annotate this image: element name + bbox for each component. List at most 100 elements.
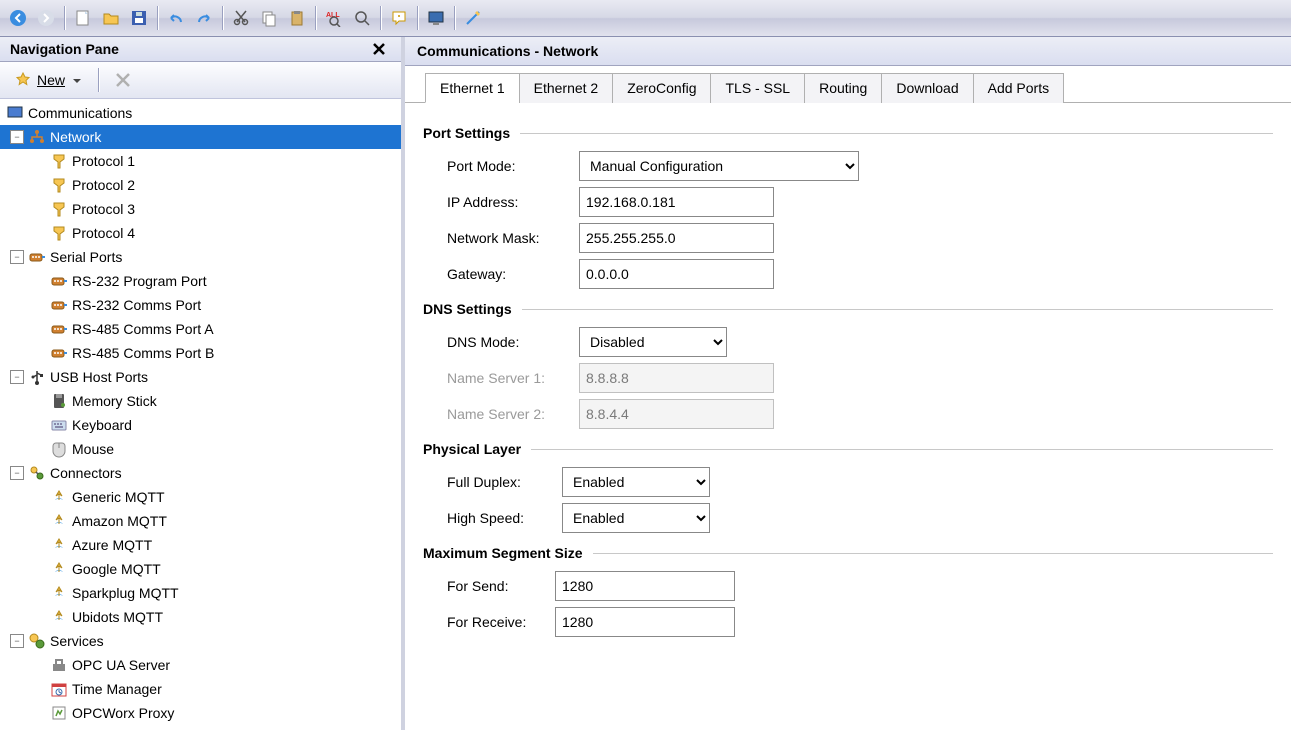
help-button[interactable] bbox=[385, 4, 413, 32]
new-button[interactable]: New bbox=[8, 69, 88, 91]
serial-icon bbox=[50, 344, 68, 362]
tab-ethernet-1[interactable]: Ethernet 1 bbox=[425, 73, 520, 103]
tree-toggle[interactable]: − bbox=[10, 634, 24, 648]
tree-item-azure-mqtt[interactable]: Azure MQTT bbox=[0, 533, 401, 557]
gateway-input[interactable] bbox=[579, 259, 774, 289]
cut-icon bbox=[232, 9, 250, 27]
time-icon bbox=[50, 680, 68, 698]
nav-close-button[interactable] bbox=[367, 41, 391, 57]
network-mask-input[interactable] bbox=[579, 223, 774, 253]
network-mask-label: Network Mask: bbox=[447, 230, 579, 246]
tree-item-rs-232-program-port[interactable]: RS-232 Program Port bbox=[0, 269, 401, 293]
delete-button[interactable] bbox=[109, 66, 137, 94]
serial-icon bbox=[50, 296, 68, 314]
tree-toggle[interactable]: − bbox=[10, 130, 24, 144]
tab-download[interactable]: Download bbox=[881, 73, 973, 103]
tree-item-label: OPCWorx Proxy bbox=[72, 705, 174, 721]
mss-recv-label: For Receive: bbox=[447, 614, 555, 630]
mqtt-icon bbox=[50, 608, 68, 626]
find-all-button[interactable] bbox=[320, 4, 348, 32]
memory-icon bbox=[50, 392, 68, 410]
copy-button[interactable] bbox=[255, 4, 283, 32]
tree-toggle[interactable]: − bbox=[10, 466, 24, 480]
high-speed-label: High Speed: bbox=[447, 510, 562, 526]
tab-strip: Ethernet 1Ethernet 2ZeroConfigTLS - SSLR… bbox=[405, 66, 1291, 103]
tree-item-network[interactable]: − Network bbox=[0, 125, 401, 149]
tree-item-protocol-2[interactable]: Protocol 2 bbox=[0, 173, 401, 197]
tab-routing[interactable]: Routing bbox=[804, 73, 882, 103]
mqtt-icon bbox=[50, 488, 68, 506]
high-speed-select[interactable]: Enabled bbox=[562, 503, 710, 533]
tree-item-protocol-4[interactable]: Protocol 4 bbox=[0, 221, 401, 245]
find-button[interactable] bbox=[348, 4, 376, 32]
dns-settings-header: DNS Settings bbox=[423, 301, 1273, 317]
tree-item-rs-485-comms-port-b[interactable]: RS-485 Comms Port B bbox=[0, 341, 401, 365]
tab-zeroconfig[interactable]: ZeroConfig bbox=[612, 73, 711, 103]
tree-toggle[interactable]: − bbox=[10, 370, 24, 384]
tree-item-connectors[interactable]: − Connectors bbox=[0, 461, 401, 485]
save-button[interactable] bbox=[125, 4, 153, 32]
tree-item-label: Sparkplug MQTT bbox=[72, 585, 179, 601]
tree-item-memory-stick[interactable]: Memory Stick bbox=[0, 389, 401, 413]
delete-icon bbox=[114, 71, 132, 89]
keyboard-icon bbox=[50, 416, 68, 434]
mss-header: Maximum Segment Size bbox=[423, 545, 1273, 561]
full-duplex-label: Full Duplex: bbox=[447, 474, 562, 490]
tree-item-rs-232-comms-port[interactable]: RS-232 Comms Port bbox=[0, 293, 401, 317]
tree-item-time-manager[interactable]: Time Manager bbox=[0, 677, 401, 701]
tree-item-protocol-1[interactable]: Protocol 1 bbox=[0, 149, 401, 173]
tree-item-mouse[interactable]: Mouse bbox=[0, 437, 401, 461]
tree-item-google-mqtt[interactable]: Google MQTT bbox=[0, 557, 401, 581]
tree-item-rs-485-comms-port-a[interactable]: RS-485 Comms Port A bbox=[0, 317, 401, 341]
tree-toggle[interactable]: − bbox=[10, 250, 24, 264]
port-mode-select[interactable]: Manual Configuration bbox=[579, 151, 859, 181]
opcworx-icon bbox=[50, 704, 68, 722]
forward-button[interactable] bbox=[32, 4, 60, 32]
tree-item-sparkplug-mqtt[interactable]: Sparkplug MQTT bbox=[0, 581, 401, 605]
mouse-icon bbox=[50, 440, 68, 458]
back-button[interactable] bbox=[4, 4, 32, 32]
new-file-button[interactable] bbox=[69, 4, 97, 32]
ip-address-input[interactable] bbox=[579, 187, 774, 217]
tree-item-label: Google MQTT bbox=[72, 561, 161, 577]
new-star-icon bbox=[14, 71, 32, 89]
tree-item-protocol-3[interactable]: Protocol 3 bbox=[0, 197, 401, 221]
chevron-down-icon bbox=[70, 74, 82, 86]
tree-item-opc-ua-server[interactable]: OPC UA Server bbox=[0, 653, 401, 677]
tree-item-services[interactable]: −Services bbox=[0, 629, 401, 653]
tree-item-label: Connectors bbox=[50, 465, 122, 481]
nav-pane-title: Navigation Pane bbox=[10, 41, 119, 57]
mss-recv-input[interactable] bbox=[555, 607, 735, 637]
tree-item-ubidots-mqtt[interactable]: Ubidots MQTT bbox=[0, 605, 401, 629]
main-pane: Communications - Network Ethernet 1Ether… bbox=[405, 37, 1291, 730]
mss-send-input[interactable] bbox=[555, 571, 735, 601]
tree-item-label: Network bbox=[50, 129, 101, 145]
wizard-button[interactable] bbox=[459, 4, 487, 32]
ns2-input bbox=[579, 399, 774, 429]
tab-add-ports[interactable]: Add Ports bbox=[973, 73, 1064, 103]
network-icon bbox=[28, 128, 46, 146]
open-folder-button[interactable] bbox=[97, 4, 125, 32]
mqtt-icon bbox=[50, 512, 68, 530]
tree-item-label: Generic MQTT bbox=[72, 489, 165, 505]
tree-item-generic-mqtt[interactable]: Generic MQTT bbox=[0, 485, 401, 509]
gateway-label: Gateway: bbox=[447, 266, 579, 282]
tree-item-communications[interactable]: Communications bbox=[0, 101, 401, 125]
tree-item-opcworx-proxy[interactable]: OPCWorx Proxy bbox=[0, 701, 401, 725]
tree-item-amazon-mqtt[interactable]: Amazon MQTT bbox=[0, 509, 401, 533]
mss-send-label: For Send: bbox=[447, 578, 555, 594]
tab-tls-ssl[interactable]: TLS - SSL bbox=[710, 73, 805, 103]
undo-button[interactable] bbox=[162, 4, 190, 32]
cut-button[interactable] bbox=[227, 4, 255, 32]
tree-item-usb-host-ports[interactable]: −USB Host Ports bbox=[0, 365, 401, 389]
tree-item-serial-ports[interactable]: −Serial Ports bbox=[0, 245, 401, 269]
paste-button[interactable] bbox=[283, 4, 311, 32]
tab-ethernet-2[interactable]: Ethernet 2 bbox=[519, 73, 614, 103]
dns-mode-select[interactable]: Disabled bbox=[579, 327, 727, 357]
redo-button[interactable] bbox=[190, 4, 218, 32]
undo-icon bbox=[167, 9, 185, 27]
navigation-tree[interactable]: Communications−NetworkProtocol 1Protocol… bbox=[0, 99, 401, 730]
tree-item-keyboard[interactable]: Keyboard bbox=[0, 413, 401, 437]
display-button[interactable] bbox=[422, 4, 450, 32]
full-duplex-select[interactable]: Enabled bbox=[562, 467, 710, 497]
